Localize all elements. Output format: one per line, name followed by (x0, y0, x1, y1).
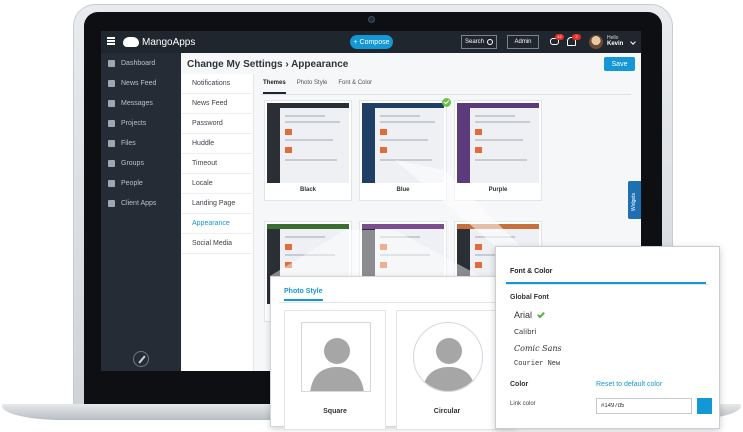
font-option-comic-sans[interactable]: Comic Sans (514, 344, 562, 353)
check-icon (537, 310, 545, 319)
photo-option-circular[interactable]: Circular (396, 310, 498, 430)
photo-option-label: Square (323, 408, 347, 415)
photo-option-square[interactable]: Square (284, 310, 386, 430)
font-option-calibri[interactable]: Calibri (514, 328, 536, 336)
color-swatch[interactable] (697, 398, 712, 414)
global-font-title: Global Font (510, 294, 549, 301)
font-color-panel: Font & Color Global Font Arial Calibri C… (495, 246, 720, 429)
color-section-title: Color (510, 381, 529, 388)
person-silhouette-icon (310, 338, 364, 391)
photo-option-label: Circular (433, 408, 461, 415)
photo-style-panel: Photo Style Square Circular (270, 276, 517, 430)
font-option-courier-new[interactable]: Courier New (514, 360, 560, 368)
tab-font-color-callout[interactable]: Font & Color (510, 268, 552, 275)
person-silhouette-icon (422, 338, 476, 391)
divider (506, 284, 709, 285)
circular-avatar-preview (413, 322, 483, 392)
link-color-input[interactable] (596, 398, 692, 414)
square-avatar-preview (301, 322, 371, 392)
tab-photo-style-callout[interactable]: Photo Style (284, 288, 323, 301)
link-color-label: Link color (510, 401, 536, 407)
divider (279, 302, 511, 303)
font-option-arial[interactable]: Arial (514, 310, 532, 320)
active-tab-underline (506, 282, 706, 284)
reset-default-color-link[interactable]: Reset to default color (596, 381, 662, 388)
